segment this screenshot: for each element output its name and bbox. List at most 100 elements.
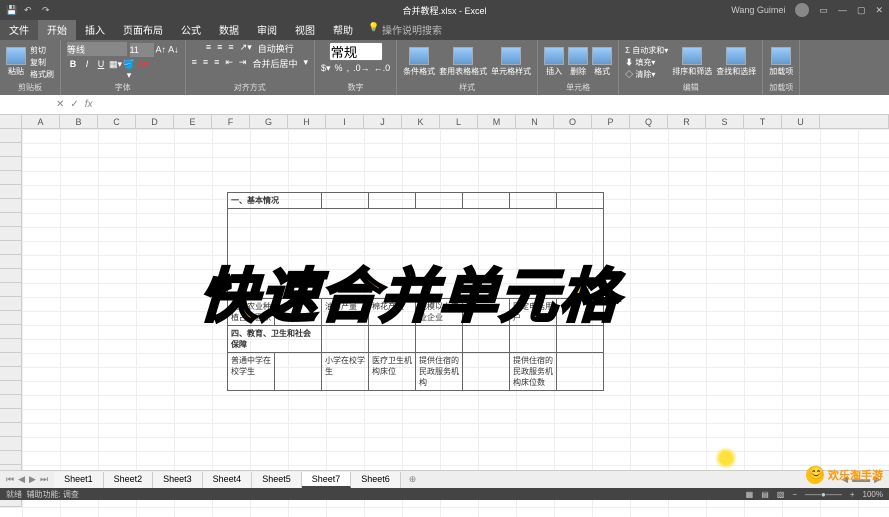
tab-view[interactable]: 视图 xyxy=(286,19,324,40)
sheet-tab[interactable]: Sheet2 xyxy=(104,472,154,488)
maximize-icon[interactable]: ▢ xyxy=(857,5,866,16)
delete-cells-button[interactable]: 删除 xyxy=(568,47,588,77)
bold-button[interactable]: B xyxy=(67,59,79,81)
number-format-select[interactable] xyxy=(329,42,383,61)
align-center-icon[interactable]: ≡ xyxy=(203,57,208,70)
ribbon-options-icon[interactable]: ▭ xyxy=(819,5,828,16)
tab-home[interactable]: 开始 xyxy=(38,19,76,40)
col-header[interactable]: U xyxy=(782,115,820,128)
tab-layout[interactable]: 页面布局 xyxy=(114,19,172,40)
insert-cells-button[interactable]: 插入 xyxy=(544,47,564,77)
row-header[interactable] xyxy=(0,339,22,353)
row-header[interactable] xyxy=(0,171,22,185)
row-header[interactable] xyxy=(0,283,22,297)
sheet-tab[interactable]: Sheet1 xyxy=(54,472,104,488)
sheet-tab[interactable]: Sheet7 xyxy=(302,472,352,488)
user-avatar[interactable] xyxy=(795,3,809,17)
tab-data[interactable]: 数据 xyxy=(210,19,248,40)
fx-icon[interactable]: fx xyxy=(85,99,93,110)
enter-formula-icon[interactable]: ✓ xyxy=(70,99,78,110)
select-all-button[interactable] xyxy=(0,115,22,128)
decrease-font-icon[interactable]: A↓ xyxy=(168,45,179,55)
row-header[interactable] xyxy=(0,143,22,157)
align-mid-icon[interactable]: ≡ xyxy=(217,42,222,55)
col-header[interactable]: E xyxy=(174,115,212,128)
col-header[interactable]: L xyxy=(440,115,478,128)
paste-button[interactable]: 粘贴 xyxy=(6,47,26,77)
cancel-formula-icon[interactable]: ✕ xyxy=(56,99,64,110)
row-header[interactable] xyxy=(0,423,22,437)
zoom-in-icon[interactable]: + xyxy=(850,490,855,499)
row-header[interactable] xyxy=(0,157,22,171)
row-header[interactable] xyxy=(0,367,22,381)
col-header[interactable]: N xyxy=(516,115,554,128)
zoom-out-icon[interactable]: − xyxy=(792,490,797,499)
col-header[interactable]: G xyxy=(250,115,288,128)
format-painter-button[interactable]: 格式刷 xyxy=(30,69,54,80)
col-header[interactable]: T xyxy=(744,115,782,128)
zoom-slider[interactable]: ——●—— xyxy=(805,490,842,499)
col-header[interactable]: S xyxy=(706,115,744,128)
format-cells-button[interactable]: 格式 xyxy=(592,47,612,77)
col-header[interactable]: H xyxy=(288,115,326,128)
sheet-nav-first-icon[interactable]: ⏮ xyxy=(6,474,14,485)
tab-file[interactable]: 文件 xyxy=(0,19,38,40)
tab-formulas[interactable]: 公式 xyxy=(172,19,210,40)
merge-button[interactable]: 合并后居中 xyxy=(252,57,297,70)
row-header[interactable] xyxy=(0,213,22,227)
underline-button[interactable]: U xyxy=(95,59,107,81)
row-header[interactable] xyxy=(0,409,22,423)
sheet-tab[interactable]: Sheet4 xyxy=(203,472,253,488)
cell-style-button[interactable]: 单元格样式 xyxy=(491,47,531,77)
sheet-nav-next-icon[interactable]: ▶ xyxy=(29,474,36,485)
col-header[interactable]: A xyxy=(22,115,60,128)
wrap-button[interactable]: 自动换行 xyxy=(258,42,294,55)
row-header[interactable] xyxy=(0,129,22,143)
italic-button[interactable]: I xyxy=(81,59,93,81)
col-header[interactable]: B xyxy=(60,115,98,128)
font-size-select[interactable] xyxy=(130,43,154,57)
row-header[interactable] xyxy=(0,241,22,255)
percent-icon[interactable]: % xyxy=(335,63,343,74)
sheet-nav-prev-icon[interactable]: ◀ xyxy=(18,474,25,485)
col-header[interactable]: M xyxy=(478,115,516,128)
minimize-icon[interactable]: — xyxy=(838,5,847,15)
sheet-nav-last-icon[interactable]: ⏭ xyxy=(40,474,48,485)
align-bot-icon[interactable]: ≡ xyxy=(228,42,233,55)
align-left-icon[interactable]: ≡ xyxy=(192,57,197,70)
cond-format-button[interactable]: 条件格式 xyxy=(403,47,435,77)
font-color-button[interactable]: A▾ xyxy=(137,59,149,81)
font-name-select[interactable] xyxy=(67,42,127,56)
align-right-icon[interactable]: ≡ xyxy=(214,57,219,70)
orientation-icon[interactable]: ↗▾ xyxy=(240,42,252,55)
row-header[interactable] xyxy=(0,311,22,325)
col-header[interactable]: K xyxy=(402,115,440,128)
indent-inc-icon[interactable]: ⇥ xyxy=(239,57,247,70)
addins-button[interactable]: 加载项 xyxy=(769,47,793,77)
tell-me-search[interactable]: 操作说明搜索 xyxy=(362,19,451,40)
tab-insert[interactable]: 插入 xyxy=(76,19,114,40)
view-pagelayout-icon[interactable]: ▤ xyxy=(761,490,769,499)
row-header[interactable] xyxy=(0,353,22,367)
indent-dec-icon[interactable]: ⇤ xyxy=(225,57,233,70)
col-header[interactable]: C xyxy=(98,115,136,128)
col-header[interactable]: I xyxy=(326,115,364,128)
align-top-icon[interactable]: ≡ xyxy=(206,42,211,55)
col-header[interactable]: F xyxy=(212,115,250,128)
row-header[interactable] xyxy=(0,325,22,339)
redo-icon[interactable]: ↷ xyxy=(42,5,52,15)
row-header[interactable] xyxy=(0,255,22,269)
sheet-tab[interactable]: Sheet5 xyxy=(252,472,302,488)
col-header[interactable]: Q xyxy=(630,115,668,128)
close-icon[interactable]: ✕ xyxy=(875,5,883,16)
fill-color-button[interactable]: 🪣▾ xyxy=(123,59,135,81)
col-header[interactable]: O xyxy=(554,115,592,128)
autosum-button[interactable]: Σ 自动求和▾ xyxy=(625,45,668,56)
increase-font-icon[interactable]: A↑ xyxy=(156,45,167,55)
fill-button[interactable]: ⬇ 填充▾ xyxy=(625,57,668,68)
copy-button[interactable]: 复制 xyxy=(30,57,54,68)
clear-button[interactable]: ◇ 清除▾ xyxy=(625,69,668,80)
sort-filter-button[interactable]: 排序和筛选 xyxy=(672,47,712,77)
cut-button[interactable]: 剪切 xyxy=(30,45,54,56)
spreadsheet-grid[interactable]: 一、基本情况 设施农业种植占地面积油料产量棉花产量规模以上工业企业固定电话用户 … xyxy=(0,129,889,517)
